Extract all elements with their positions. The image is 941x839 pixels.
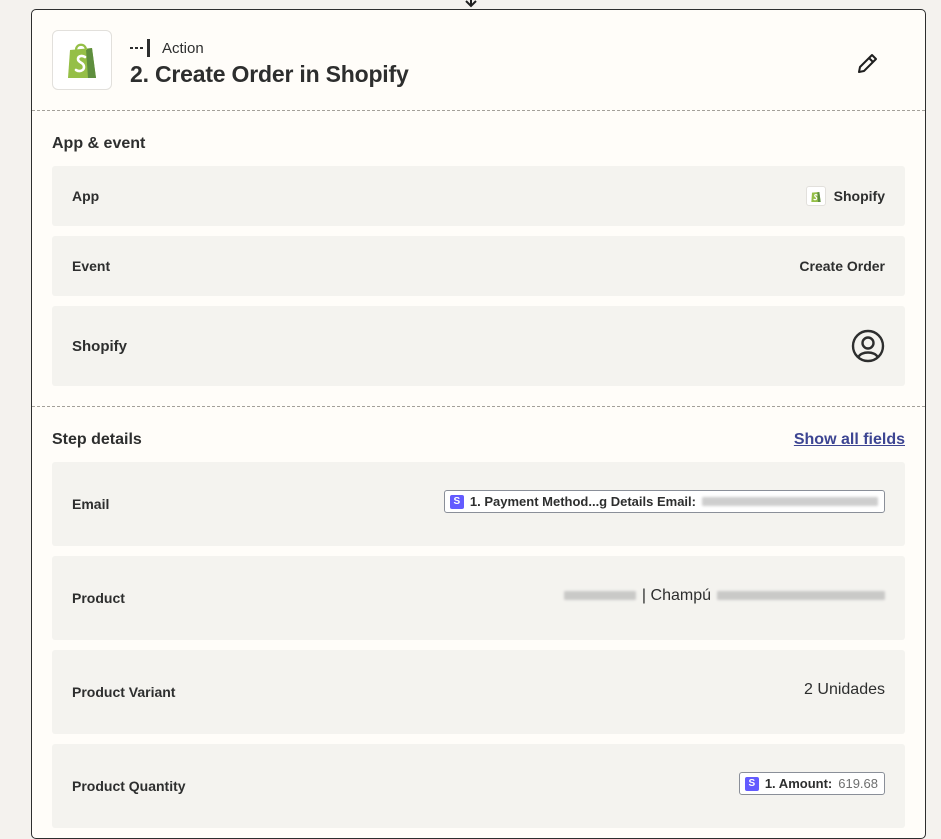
row-label-account: Shopify (72, 337, 127, 355)
step-title: 2. Create Order in Shopify (130, 61, 409, 87)
app-row[interactable]: App Shopify (52, 166, 905, 226)
field-row-product-variant[interactable]: Product Variant 2 Unidades (52, 650, 905, 734)
row-label-event: Event (72, 258, 111, 274)
app-value: Shopify (805, 186, 885, 206)
redacted-value (702, 497, 878, 506)
product-value: | Champú (563, 586, 885, 605)
stripe-badge-icon: S (744, 776, 759, 791)
field-label-product: Product (72, 590, 125, 606)
user-account-icon (851, 329, 885, 363)
show-all-fields-link[interactable]: Show all fields (794, 431, 905, 449)
shopify-logo-icon (810, 192, 821, 202)
step-header: Action 2. Create Order in Shopify (32, 10, 925, 111)
connector-arrow-icon (465, 0, 477, 8)
email-pill-label: 1. Payment Method...g Details Email: (469, 494, 696, 509)
redacted-value (717, 591, 885, 600)
pencil-edit-icon (858, 54, 877, 73)
field-row-product-quantity[interactable]: Product Quantity S 1. Amount: 619.68 (52, 744, 905, 828)
product-variant-value: 2 Unidades (804, 680, 885, 698)
field-row-email[interactable]: Email S 1. Payment Method...g Details Em… (52, 462, 905, 546)
row-label-app: App (72, 188, 100, 204)
product-value-visible: | Champú (641, 586, 711, 604)
edit-step-button[interactable] (855, 50, 881, 76)
app-mini-logo (805, 186, 826, 206)
step-kind-label: Action (162, 39, 204, 57)
field-label-product-quantity: Product Quantity (72, 778, 186, 794)
quantity-mapped-pill[interactable]: S 1. Amount: 619.68 (738, 772, 885, 795)
step-panel: Action 2. Create Order in Shopify App & … (31, 9, 926, 839)
section-title-step-details: Step details (52, 431, 142, 448)
field-label-email: Email (72, 496, 110, 512)
app-event-section: App & event App Shopify Event Create Ord… (32, 111, 925, 406)
account-row[interactable]: Shopify (52, 306, 905, 386)
quantity-pill-label: 1. Amount: (764, 776, 833, 791)
event-row[interactable]: Event Create Order (52, 236, 905, 296)
field-row-product[interactable]: Product | Champú (52, 556, 905, 640)
email-mapped-pill[interactable]: S 1. Payment Method...g Details Email: (443, 490, 885, 513)
step-kind: Action (130, 38, 204, 58)
action-step-icon (130, 39, 150, 57)
app-logo (52, 30, 112, 90)
event-value: Create Order (799, 258, 885, 274)
redacted-value (563, 591, 636, 600)
field-label-product-variant: Product Variant (72, 684, 176, 700)
step-details-section: Step details Show all fields Email S 1. … (32, 407, 925, 828)
stripe-badge-icon: S (449, 494, 464, 509)
quantity-pill-value: 619.68 (838, 776, 878, 791)
shopify-logo-icon (68, 43, 96, 78)
section-title-app-event: App & event (52, 135, 146, 152)
app-value-label: Shopify (833, 188, 885, 204)
